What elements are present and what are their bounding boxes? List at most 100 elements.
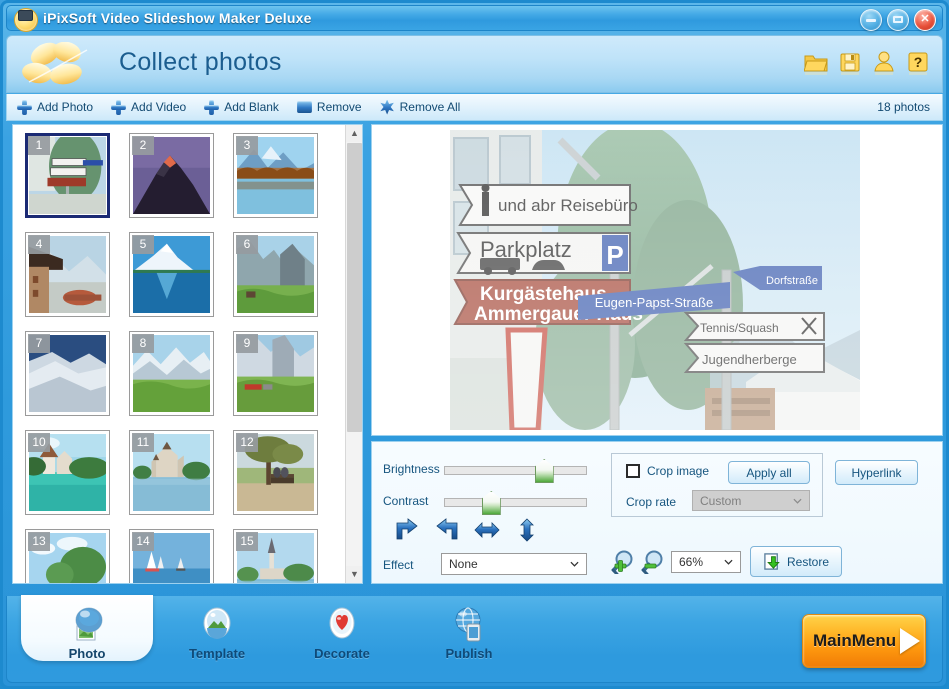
tab-decorate-label: Decorate <box>314 646 370 661</box>
maximize-button[interactable] <box>887 9 909 31</box>
main-menu-label: MainMenu <box>813 631 897 650</box>
thumbnail-item[interactable]: 5 <box>129 232 214 317</box>
plus-icon <box>17 99 32 115</box>
thumbnail-image <box>21 434 110 515</box>
add-photo-label: Add Photo <box>37 100 94 114</box>
thumbnail-item[interactable]: 11 <box>129 430 214 515</box>
heart-icon <box>322 604 362 644</box>
crop-rate-value: Custom <box>700 493 742 508</box>
thumbnail-item[interactable]: 13 <box>25 529 110 583</box>
thumbnail-scrollbar[interactable]: ▲ ▼ <box>345 125 362 583</box>
help-icon[interactable]: ? <box>906 50 930 76</box>
minimize-button[interactable] <box>860 9 882 31</box>
close-button[interactable]: ✕ <box>914 9 936 31</box>
flip-horizontal-icon[interactable] <box>474 518 500 542</box>
zoom-in-icon[interactable] <box>611 548 637 576</box>
main-menu-button[interactable]: MainMenu <box>802 614 926 668</box>
thumbnail-number: 11 <box>132 433 154 452</box>
save-project-icon[interactable] <box>838 50 862 76</box>
thumbnail-item[interactable]: 15 <box>233 529 318 583</box>
photo-preview-panel[interactable]: und abr Reisebüro Parkplatz P Kurgästeha… <box>371 124 943 436</box>
thumbnail-number: 13 <box>28 532 50 551</box>
scroll-down-icon[interactable]: ▼ <box>346 566 362 583</box>
brightness-slider-thumb[interactable] <box>534 459 554 483</box>
thumbnail-item[interactable]: 1 <box>25 130 110 218</box>
rotate-right-icon[interactable] <box>394 518 420 542</box>
thumbnail-image <box>29 130 106 218</box>
restore-button[interactable]: Restore <box>750 546 842 577</box>
tab-publish[interactable]: Publish <box>414 604 524 664</box>
apply-all-button[interactable]: Apply all <box>728 461 810 484</box>
remove-all-button[interactable]: Remove All <box>374 98 469 117</box>
thumbnail-image <box>133 236 210 317</box>
rotate-left-icon[interactable] <box>434 518 460 542</box>
thumbnail-item[interactable]: 12 <box>233 430 318 515</box>
photo-controls-panel: Brightness Contrast Effect None Crop ima… <box>371 441 943 584</box>
crop-image-checkbox[interactable] <box>626 464 640 478</box>
tab-decorate[interactable]: Decorate <box>287 604 397 664</box>
star-icon <box>380 99 394 115</box>
thumbnail-item[interactable]: 9 <box>233 331 318 416</box>
add-blank-button[interactable]: Add Blank <box>198 98 287 117</box>
crop-group: Crop image Apply all Crop rate Custom <box>611 453 823 517</box>
restore-icon <box>764 553 780 570</box>
tab-publish-label: Publish <box>445 646 493 661</box>
thumbnail-list-panel[interactable]: 1 2 3 4 5 6 7 8 9 10 11 12 13 14 15 ▲ ▼ <box>12 124 363 584</box>
effect-value: None <box>449 557 478 571</box>
bar-icon <box>296 101 312 113</box>
add-video-button[interactable]: Add Video <box>105 98 194 117</box>
remove-label: Remove <box>316 100 362 114</box>
thumbnail-item[interactable]: 3 <box>233 133 318 218</box>
zoom-level-value: 66% <box>679 555 704 569</box>
add-photo-button[interactable]: Add Photo <box>11 98 101 117</box>
brightness-label: Brightness <box>383 462 440 476</box>
scroll-up-icon[interactable]: ▲ <box>346 125 362 142</box>
open-project-icon[interactable] <box>803 50 828 76</box>
thumbnail-item[interactable]: 6 <box>233 232 318 317</box>
crop-rate-dropdown[interactable]: Custom <box>692 490 810 511</box>
hyperlink-button[interactable]: Hyperlink <box>835 460 918 485</box>
thumbnail-item[interactable]: 4 <box>25 232 110 317</box>
header-icon-group: ? <box>803 50 930 76</box>
apply-all-label: Apply all <box>746 465 792 480</box>
effect-dropdown[interactable]: None <box>441 553 587 575</box>
thumbnail-number: 14 <box>132 532 154 551</box>
title-bar: iPixSoft Video Slideshow Maker Deluxe ✕ <box>6 5 943 32</box>
tab-template[interactable]: Template <box>162 604 272 664</box>
zoom-out-icon[interactable] <box>641 548 667 576</box>
application-window: iPixSoft Video Slideshow Maker Deluxe ✕ … <box>0 0 949 689</box>
user-account-icon[interactable] <box>872 50 896 76</box>
thumbnail-item[interactable]: 8 <box>129 331 214 416</box>
tab-photo[interactable]: Photo <box>32 604 142 664</box>
tab-template-label: Template <box>188 646 246 661</box>
remove-button[interactable]: Remove <box>291 98 370 116</box>
contrast-slider-thumb[interactable] <box>481 491 501 515</box>
flip-vertical-icon[interactable] <box>514 518 540 542</box>
chevron-down-icon <box>724 559 733 565</box>
thumbnail-item[interactable]: 2 <box>129 133 214 218</box>
svg-text:?: ? <box>914 54 923 70</box>
contrast-slider[interactable] <box>444 498 587 507</box>
thumbnail-item[interactable]: 14 <box>129 529 214 583</box>
thumbnail-number: 7 <box>28 334 50 353</box>
window-title: iPixSoft Video Slideshow Maker Deluxe <box>43 10 312 26</box>
thumbnail-image <box>237 335 314 416</box>
contrast-label: Contrast <box>383 494 429 508</box>
thumbnail-number: 10 <box>28 433 50 452</box>
scrollbar-thumb[interactable] <box>347 143 362 432</box>
preview-image: und abr Reisebüro Parkplatz P Kurgästeha… <box>450 130 860 430</box>
crop-image-label: Crop image <box>647 464 710 478</box>
thumbnail-image <box>133 335 210 416</box>
photo-count-label: 18 photos <box>877 100 930 114</box>
zoom-level-dropdown[interactable]: 66% <box>671 551 741 573</box>
thumbnail-grid: 1 2 3 4 5 6 7 8 9 10 11 12 13 14 15 <box>13 125 346 583</box>
effect-label: Effect <box>383 558 414 572</box>
app-logo-icon <box>14 8 38 32</box>
brightness-slider[interactable] <box>444 466 587 475</box>
template-icon <box>197 604 237 644</box>
thumbnail-number: 5 <box>132 235 154 254</box>
thumbnail-item[interactable]: 10 <box>21 430 110 515</box>
hyperlink-label: Hyperlink <box>851 465 902 480</box>
plus-icon <box>111 99 127 115</box>
thumbnail-item[interactable]: 7 <box>25 331 110 416</box>
